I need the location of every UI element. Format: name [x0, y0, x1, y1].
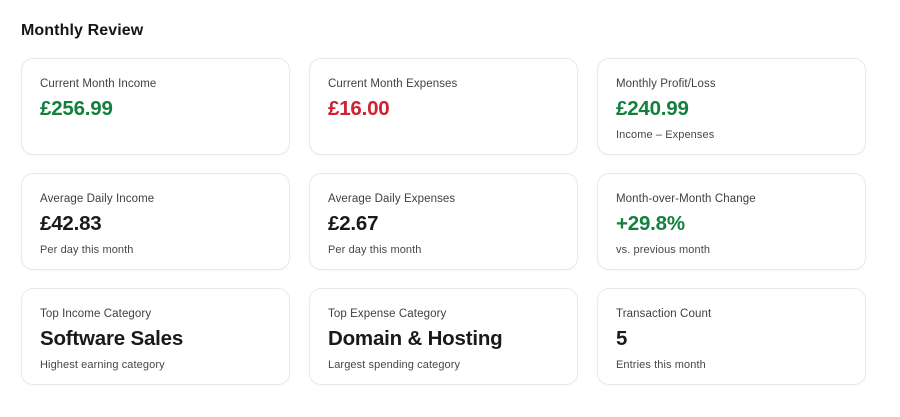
stat-card-label: Transaction Count — [616, 308, 845, 320]
stat-card-value: £240.99 — [616, 97, 845, 121]
stat-card-subtitle: Per day this month — [40, 244, 269, 256]
stat-card-value: £256.99 — [40, 97, 269, 121]
stat-card-top-income-category: Top Income Category Software Sales Highe… — [21, 288, 290, 385]
stat-card-label: Current Month Income — [40, 78, 269, 90]
stat-card-label: Monthly Profit/Loss — [616, 78, 845, 90]
stat-card-monthly-profit-loss: Monthly Profit/Loss £240.99 Income – Exp… — [597, 58, 866, 155]
stat-card-average-daily-income: Average Daily Income £42.83 Per day this… — [21, 173, 290, 270]
monthly-review-page: Monthly Review Current Month Income £256… — [0, 0, 900, 417]
stat-card-value: 5 — [616, 327, 845, 351]
stat-card-label: Top Income Category — [40, 308, 269, 320]
page-title: Monthly Review — [21, 22, 900, 40]
stat-card-label: Average Daily Income — [40, 193, 269, 205]
stat-card-average-daily-expenses: Average Daily Expenses £2.67 Per day thi… — [309, 173, 578, 270]
stat-card-current-month-expenses: Current Month Expenses £16.00 — [309, 58, 578, 155]
stat-card-label: Average Daily Expenses — [328, 193, 557, 205]
stat-card-current-month-income: Current Month Income £256.99 — [21, 58, 290, 155]
stat-card-subtitle: Entries this month — [616, 359, 845, 371]
stat-card-label: Top Expense Category — [328, 308, 557, 320]
stat-card-value: £42.83 — [40, 212, 269, 236]
stat-card-top-expense-category: Top Expense Category Domain & Hosting La… — [309, 288, 578, 385]
stat-card-value: £16.00 — [328, 97, 557, 121]
stat-card-label: Month-over-Month Change — [616, 193, 845, 205]
stat-card-value: Domain & Hosting — [328, 327, 557, 351]
stat-card-value: +29.8% — [616, 212, 845, 236]
stat-card-transaction-count: Transaction Count 5 Entries this month — [597, 288, 866, 385]
stat-card-subtitle: Largest spending category — [328, 359, 557, 371]
stat-card-subtitle: Income – Expenses — [616, 129, 845, 141]
stat-card-value: Software Sales — [40, 327, 269, 351]
stats-grid: Current Month Income £256.99 Current Mon… — [21, 58, 900, 385]
stat-card-month-over-month-change: Month-over-Month Change +29.8% vs. previ… — [597, 173, 866, 270]
stat-card-subtitle: Per day this month — [328, 244, 557, 256]
stat-card-subtitle: Highest earning category — [40, 359, 269, 371]
stat-card-value: £2.67 — [328, 212, 557, 236]
stat-card-label: Current Month Expenses — [328, 78, 557, 90]
stat-card-subtitle: vs. previous month — [616, 244, 845, 256]
